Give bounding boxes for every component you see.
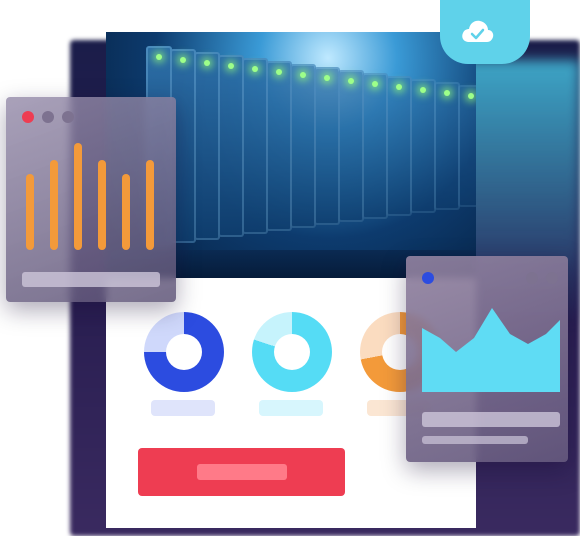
area-chart-window bbox=[406, 256, 568, 462]
rack-led bbox=[420, 87, 426, 93]
rack-led bbox=[348, 78, 354, 84]
rack-unit bbox=[194, 52, 220, 240]
donut-chart-cyan bbox=[252, 312, 332, 392]
window-minimize-dot[interactable] bbox=[526, 272, 538, 284]
window-maximize-dot[interactable] bbox=[546, 272, 558, 284]
rack-led bbox=[276, 69, 282, 75]
rack-unit bbox=[266, 61, 292, 231]
rack-led bbox=[228, 63, 234, 69]
rack-led bbox=[180, 57, 186, 63]
window-maximize-dot[interactable] bbox=[62, 111, 74, 123]
rack-unit bbox=[338, 70, 364, 222]
rack-led bbox=[300, 72, 306, 78]
button-label-placeholder bbox=[197, 464, 287, 480]
bar-chart-window bbox=[6, 97, 176, 302]
rack-led bbox=[396, 84, 402, 90]
bar-1 bbox=[26, 174, 34, 250]
rack-led bbox=[372, 81, 378, 87]
bar-2 bbox=[50, 160, 58, 250]
rack-unit bbox=[362, 73, 388, 219]
subcaption-placeholder bbox=[422, 436, 528, 444]
rack-unit bbox=[242, 58, 268, 234]
window-status-dot bbox=[422, 272, 434, 284]
bar-4 bbox=[98, 160, 106, 250]
rack-unit bbox=[434, 82, 460, 210]
rack-led bbox=[324, 75, 330, 81]
bar-5 bbox=[122, 174, 130, 250]
caption-placeholder bbox=[22, 272, 160, 287]
window-minimize-dot[interactable] bbox=[42, 111, 54, 123]
cloud-check-icon bbox=[462, 20, 494, 42]
rack-unit bbox=[410, 79, 436, 213]
donut-label-placeholder-blue bbox=[151, 400, 215, 416]
bar-3 bbox=[74, 143, 82, 250]
caption-placeholder bbox=[422, 412, 560, 427]
rack-led bbox=[252, 66, 258, 72]
rack-unit bbox=[314, 67, 340, 225]
rack-led bbox=[468, 93, 474, 99]
cloud-sync-badge bbox=[412, 0, 558, 64]
rack-unit bbox=[458, 85, 476, 207]
rack-led bbox=[204, 60, 210, 66]
bar-6 bbox=[146, 160, 154, 250]
rack-unit bbox=[290, 64, 316, 228]
donut-chart-blue bbox=[144, 312, 224, 392]
window-close-dot[interactable] bbox=[22, 111, 34, 123]
primary-action-button[interactable] bbox=[138, 448, 345, 496]
rack-unit bbox=[218, 55, 244, 237]
rack-unit bbox=[386, 76, 412, 216]
area-chart-icon bbox=[422, 308, 560, 392]
donut-label-placeholder-cyan bbox=[259, 400, 323, 416]
rack-led bbox=[156, 54, 162, 60]
rack-led bbox=[444, 90, 450, 96]
